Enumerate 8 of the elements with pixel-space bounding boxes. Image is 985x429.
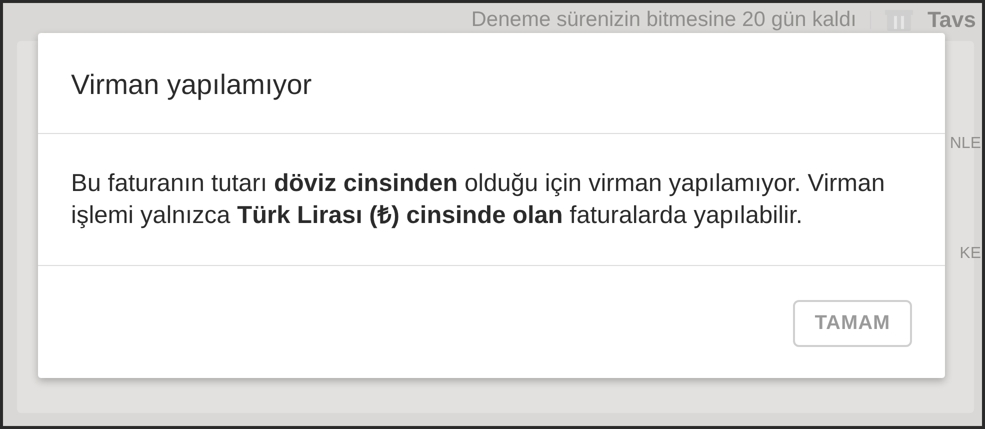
trial-notice: Deneme sürenizin bitmesine 20 gün kaldı — [471, 8, 856, 32]
column-header: KE — [960, 245, 981, 263]
dialog-title: Virman yapılamıyor — [70, 68, 313, 102]
top-link[interactable]: Tavs — [927, 7, 976, 33]
box-icon[interactable] — [885, 8, 914, 32]
ok-button[interactable]: TAMAM — [793, 300, 912, 347]
dialog-message: Bu faturanın tutarı döviz cinsinden olduğu için virman yapılamıyor. Virman işlemi yalnızca Türk Lirası (₺) cinsinde olan faturalarda yapılabilir. — [70, 169, 886, 231]
column-header: NLE — [950, 135, 981, 153]
